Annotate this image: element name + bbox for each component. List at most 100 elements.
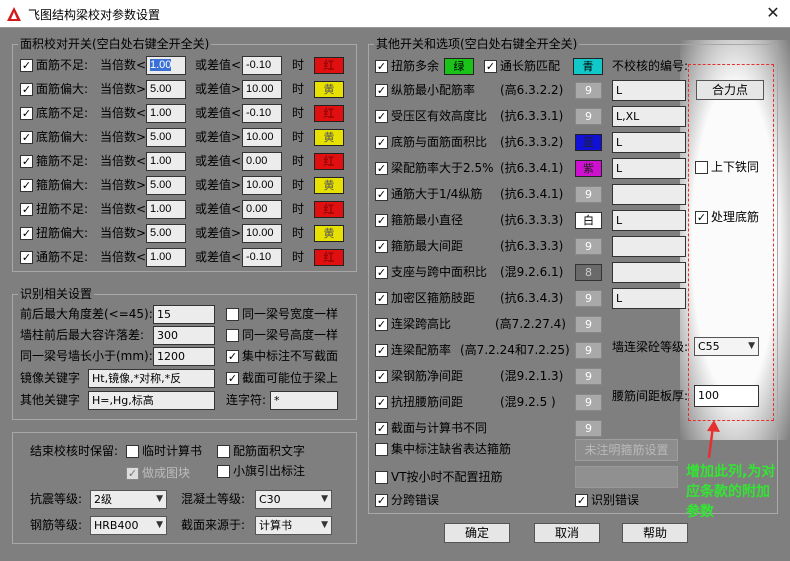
same-width-checkbox[interactable] <box>226 308 239 321</box>
help-button[interactable]: 帮助 <box>622 523 688 543</box>
option-row-id-input[interactable] <box>612 262 686 283</box>
area-row-mult-input[interactable]: 1.00 <box>146 104 186 123</box>
option-row-checkbox[interactable]: ✓ <box>375 370 388 383</box>
option-row-id-input[interactable]: L <box>612 132 686 153</box>
option-row-color-swatch[interactable]: 9 <box>575 186 602 203</box>
same-height-checkbox[interactable] <box>226 329 239 342</box>
area-row-color-swatch[interactable]: 红 <box>314 105 344 122</box>
mirror-keyword-input[interactable]: Ht,镜像,*对称,*反 <box>88 369 215 388</box>
connector-input[interactable]: * <box>270 391 338 410</box>
option-row-color-swatch[interactable]: 9 <box>575 368 602 385</box>
option-row-color-swatch[interactable]: 8 <box>575 264 602 281</box>
option-row-checkbox[interactable]: ✓ <box>375 188 388 201</box>
area-row-mult-input[interactable]: 5.00 <box>146 176 186 195</box>
unmarked-stirrup-button[interactable]: 未注明箍筋设置 <box>575 439 678 461</box>
option-row-color-swatch[interactable]: 9 <box>575 82 602 99</box>
area-row-diff-input[interactable]: 10.00 <box>242 224 282 243</box>
area-row-color-swatch[interactable]: 黄 <box>314 225 344 242</box>
option-row-color-swatch[interactable]: 9 <box>575 394 602 411</box>
vt-checkbox[interactable] <box>375 471 388 484</box>
vt-input[interactable] <box>575 466 678 488</box>
area-row-checkbox[interactable]: ✓ <box>20 83 33 96</box>
area-row-mult-input[interactable]: 5.00 <box>146 80 186 99</box>
option-row-checkbox[interactable]: ✓ <box>375 84 388 97</box>
area-row-mult-input[interactable]: 1.00 <box>146 200 186 219</box>
area-row-mult-input[interactable]: 1.00 <box>146 152 186 171</box>
span-error-checkbox[interactable]: ✓ <box>375 494 388 507</box>
option-row-id-input[interactable]: L <box>612 80 686 101</box>
option-row-id-input[interactable] <box>612 236 686 257</box>
area-row-checkbox[interactable]: ✓ <box>20 203 33 216</box>
option-row-checkbox[interactable]: ✓ <box>375 136 388 149</box>
temp-calc-checkbox[interactable] <box>126 445 139 458</box>
option-row-id-input[interactable]: L <box>612 288 686 309</box>
area-row-checkbox[interactable]: ✓ <box>20 107 33 120</box>
option-row-color-swatch[interactable]: 9 <box>575 316 602 333</box>
area-row-diff-input[interactable]: -0.10 <box>242 248 282 267</box>
area-row-color-swatch[interactable]: 红 <box>314 201 344 218</box>
process-bottom-checkbox[interactable]: ✓ <box>695 211 708 224</box>
wall-input[interactable]: 300 <box>153 326 215 345</box>
concrete-dropdown[interactable]: C30 ▼ <box>255 490 332 509</box>
option-row-checkbox[interactable]: ✓ <box>375 110 388 123</box>
area-row-diff-input[interactable]: 0.00 <box>242 200 282 219</box>
option-row-checkbox[interactable]: ✓ <box>375 240 388 253</box>
area-row-mult-input[interactable]: 1.00 <box>146 248 186 267</box>
option-row-id-input[interactable]: L <box>612 210 686 231</box>
option-row-color-swatch[interactable]: 9 <box>575 108 602 125</box>
area-row-diff-input[interactable]: 10.00 <box>242 128 282 147</box>
area-row-color-swatch[interactable]: 黄 <box>314 177 344 194</box>
option-row-color-swatch[interactable]: 蓝 <box>575 134 602 151</box>
option-row-checkbox[interactable]: ✓ <box>375 422 388 435</box>
area-row-mult-input[interactable]: 1.00 <box>146 56 186 75</box>
area-row-checkbox[interactable]: ✓ <box>20 251 33 264</box>
close-icon[interactable]: ✕ <box>764 3 782 22</box>
area-row-color-swatch[interactable]: 红 <box>314 153 344 170</box>
no-section-checkbox[interactable]: ✓ <box>226 350 239 363</box>
option-row-color-swatch[interactable]: 9 <box>575 420 602 437</box>
option-row-color-swatch[interactable]: 9 <box>575 238 602 255</box>
section-source-dropdown[interactable]: 计算书 ▼ <box>255 516 332 535</box>
option-row-color-swatch[interactable]: 紫 <box>575 160 602 177</box>
area-row-diff-input[interactable]: 10.00 <box>242 176 282 195</box>
area-row-mult-input[interactable]: 5.00 <box>146 224 186 243</box>
option-row-checkbox[interactable]: ✓ <box>375 214 388 227</box>
option-row-checkbox[interactable]: ✓ <box>375 318 388 331</box>
wall-grade-dropdown[interactable]: C55 ▼ <box>694 337 759 356</box>
cancel-button[interactable]: 取消 <box>534 523 600 543</box>
area-row-checkbox[interactable]: ✓ <box>20 155 33 168</box>
option-row-color-swatch[interactable]: 9 <box>575 290 602 307</box>
option-row-checkbox[interactable]: ✓ <box>375 292 388 305</box>
beam-length-input[interactable]: 1200 <box>153 347 215 366</box>
area-row-diff-input[interactable]: -0.10 <box>242 56 282 75</box>
angle-input[interactable]: 15 <box>153 305 215 324</box>
area-row-checkbox[interactable]: ✓ <box>20 131 33 144</box>
top-bottom-same-checkbox[interactable] <box>695 161 708 174</box>
resultant-point-button[interactable]: 合力点 <box>696 80 764 100</box>
through-match-checkbox[interactable]: ✓ <box>484 60 497 73</box>
option-row-checkbox[interactable]: ✓ <box>375 266 388 279</box>
area-row-diff-input[interactable]: 0.00 <box>242 152 282 171</box>
other-keyword-input[interactable]: H=,Hg,标高 <box>88 391 215 410</box>
area-row-color-swatch[interactable]: 红 <box>314 57 344 74</box>
option-row-checkbox[interactable]: ✓ <box>375 162 388 175</box>
option-row-id-input[interactable]: L <box>612 158 686 179</box>
area-row-checkbox[interactable]: ✓ <box>20 179 33 192</box>
steel-dropdown[interactable]: HRB400 ▼ <box>90 516 167 535</box>
ok-button[interactable]: 确定 <box>444 523 510 543</box>
area-row-color-swatch[interactable]: 红 <box>314 249 344 266</box>
option-row-checkbox[interactable]: ✓ <box>375 344 388 357</box>
area-text-checkbox[interactable] <box>217 445 230 458</box>
cyan-swatch[interactable]: 青 <box>573 58 603 75</box>
ident-error-checkbox[interactable]: ✓ <box>575 494 588 507</box>
green-swatch[interactable]: 绿 <box>444 58 474 75</box>
extra-torsion-checkbox[interactable]: ✓ <box>375 60 388 73</box>
option-row-checkbox[interactable]: ✓ <box>375 396 388 409</box>
area-row-color-swatch[interactable]: 黄 <box>314 81 344 98</box>
option-row-color-swatch[interactable]: 白 <box>575 212 602 229</box>
area-row-color-swatch[interactable]: 黄 <box>314 129 344 146</box>
option-row-id-input[interactable] <box>612 184 686 205</box>
area-row-checkbox[interactable]: ✓ <box>20 227 33 240</box>
small-flag-checkbox[interactable] <box>217 465 230 478</box>
option-row-id-input[interactable]: L,XL <box>612 106 686 127</box>
